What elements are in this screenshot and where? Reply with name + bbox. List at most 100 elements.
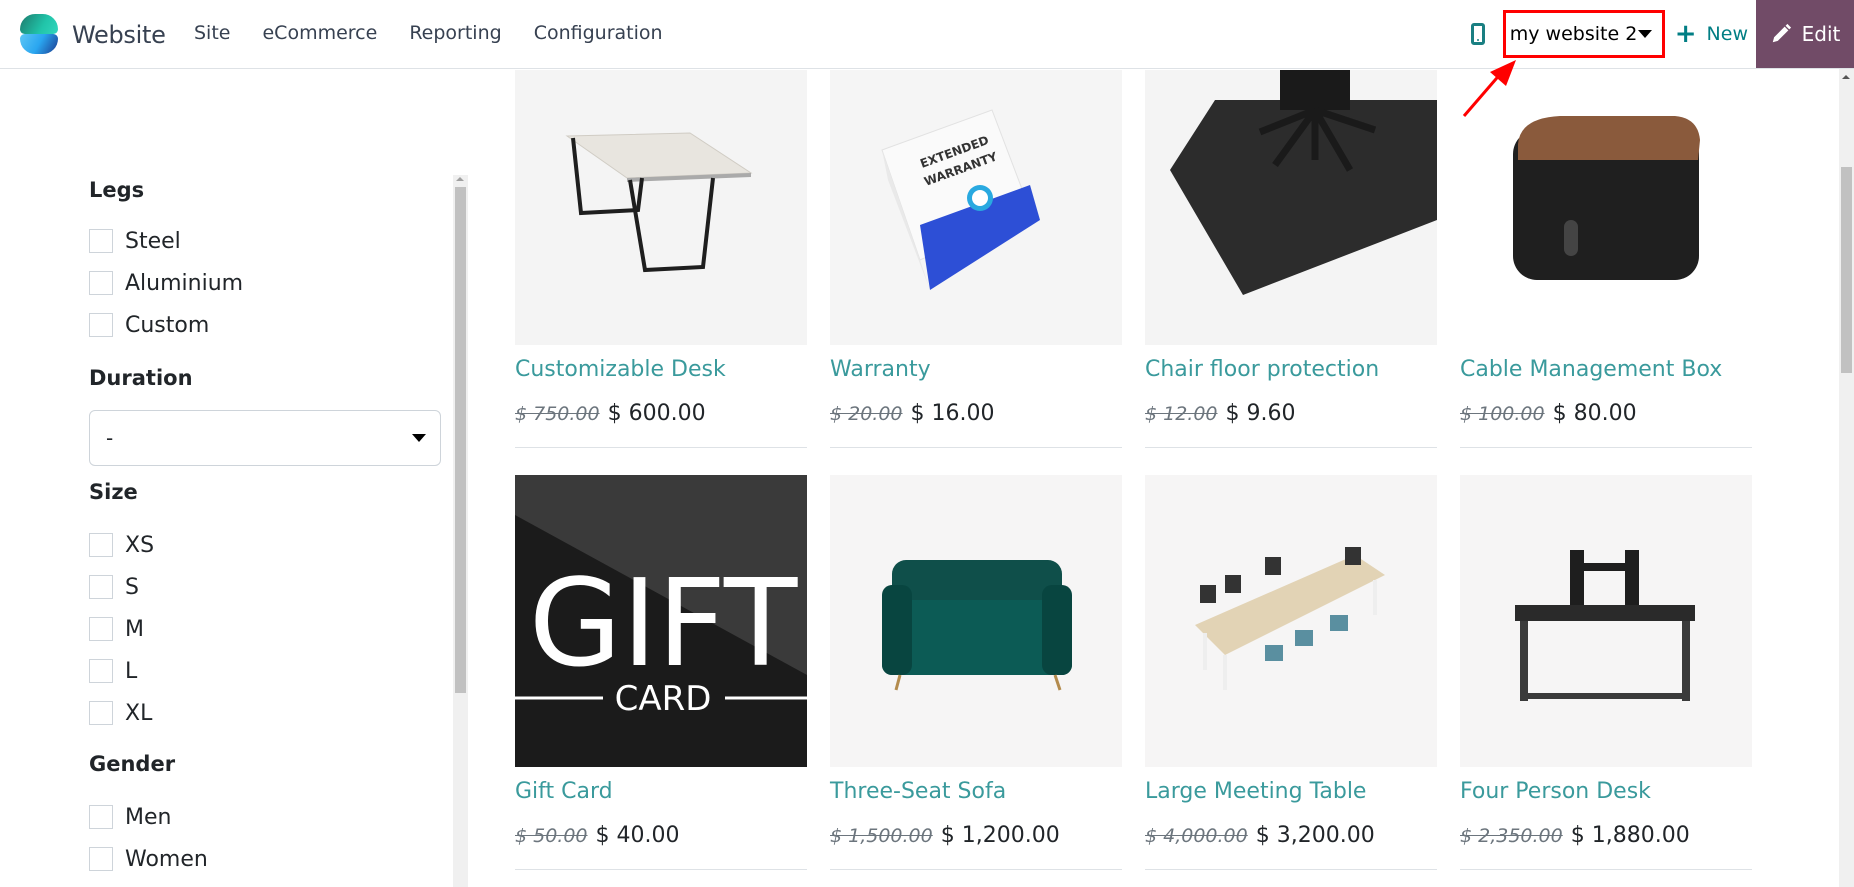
filter-option[interactable]: XS	[89, 524, 441, 566]
product-name[interactable]: Three-Seat Sofa	[830, 779, 1122, 813]
app-brand[interactable]: Website	[20, 14, 166, 56]
product-old-price: $ 750.00	[515, 403, 600, 425]
product-name[interactable]: Cable Management Box	[1460, 357, 1752, 391]
checkbox[interactable]	[89, 575, 113, 599]
product-name[interactable]: Gift Card	[515, 779, 807, 813]
filter-label: S	[125, 574, 139, 600]
checkbox[interactable]	[89, 617, 113, 641]
checkbox[interactable]	[89, 659, 113, 683]
product-old-price: $ 2,350.00	[1460, 825, 1563, 847]
checkbox[interactable]	[89, 533, 113, 557]
product-card[interactable]: Chair floor protection $ 12.00 $ 9.60	[1145, 70, 1437, 448]
product-image-sofa[interactable]	[830, 475, 1122, 767]
divider	[1145, 869, 1437, 870]
product-image-meeting-table[interactable]	[1145, 475, 1437, 767]
duration-select[interactable]: -	[89, 410, 441, 466]
checkbox[interactable]	[89, 313, 113, 337]
checkbox[interactable]	[89, 847, 113, 871]
divider	[1145, 447, 1437, 448]
product-price: $ 9.60	[1225, 401, 1296, 426]
product-old-price: $ 12.00	[1145, 403, 1218, 425]
filter-option[interactable]: Men	[89, 796, 441, 838]
product-price: $ 3,200.00	[1255, 823, 1375, 848]
mobile-preview-icon[interactable]	[1470, 23, 1485, 45]
product-price: $ 1,880.00	[1570, 823, 1690, 848]
filter-label: Women	[125, 846, 208, 872]
filter-option[interactable]: Custom	[89, 304, 441, 346]
filter-option[interactable]: XL	[89, 692, 441, 734]
filters-scrollbar[interactable]	[453, 175, 468, 887]
checkbox[interactable]	[89, 701, 113, 725]
product-image-floor-mat[interactable]	[1145, 70, 1437, 345]
menu-configuration[interactable]: Configuration	[534, 22, 663, 44]
product-price: $ 1,200.00	[940, 823, 1060, 848]
new-button-label: New	[1706, 23, 1748, 45]
product-name[interactable]: Large Meeting Table	[1145, 779, 1437, 813]
product-card[interactable]: Three-Seat Sofa $ 1,500.00 $ 1,200.00	[830, 475, 1122, 870]
app-name: Website	[72, 21, 166, 49]
product-card[interactable]: Four Person Desk $ 2,350.00 $ 1,880.00	[1460, 475, 1752, 870]
filter-option[interactable]: Women	[89, 838, 441, 880]
filter-label: M	[125, 616, 144, 642]
checkbox[interactable]	[89, 229, 113, 253]
product-image-four-person-desk[interactable]	[1460, 475, 1752, 767]
filter-title-duration: Duration	[89, 366, 193, 390]
website-switcher-dropdown[interactable]: my website 2	[1502, 10, 1665, 58]
filter-option[interactable]: Aluminium	[89, 262, 441, 304]
filter-title-size: Size	[89, 480, 138, 504]
filter-option[interactable]: L	[89, 650, 441, 692]
filter-label: XS	[125, 532, 155, 558]
divider	[830, 447, 1122, 448]
scrollbar-thumb[interactable]	[1841, 167, 1852, 373]
product-image-gift-card[interactable]: GIFT CARD	[515, 475, 807, 767]
product-price: $ 600.00	[607, 401, 706, 426]
filter-label: L	[125, 658, 138, 684]
annotation-arrow-icon	[1462, 60, 1516, 117]
product-name[interactable]: Chair floor protection	[1145, 357, 1437, 391]
product-filters: Legs Steel Aluminium Custom Duration - S…	[89, 170, 441, 880]
divider	[1460, 869, 1752, 870]
filter-option[interactable]: Steel	[89, 220, 441, 262]
scroll-up-arrow-icon[interactable]	[456, 177, 464, 181]
product-old-price: $ 100.00	[1460, 403, 1545, 425]
menu-ecommerce[interactable]: eCommerce	[262, 22, 377, 44]
product-old-price: $ 20.00	[830, 403, 903, 425]
menu-reporting[interactable]: Reporting	[409, 22, 501, 44]
website-logo-icon	[20, 14, 58, 56]
menu-site[interactable]: Site	[194, 22, 230, 44]
edit-button[interactable]: Edit	[1756, 0, 1854, 68]
scrollbar-thumb[interactable]	[455, 187, 466, 693]
product-card[interactable]: EXTENDED WARRANTY Warranty $ 20.00 $ 16.0…	[830, 70, 1122, 448]
product-name[interactable]: Customizable Desk	[515, 357, 807, 391]
pencil-icon	[1772, 23, 1791, 43]
plus-icon: +	[1674, 19, 1697, 49]
filter-option[interactable]: M	[89, 608, 441, 650]
scroll-up-arrow-icon[interactable]	[1842, 75, 1850, 79]
product-image-desk[interactable]	[515, 70, 807, 345]
product-price: $ 16.00	[910, 401, 995, 426]
filter-label: Custom	[125, 312, 210, 338]
divider	[830, 869, 1122, 870]
divider	[515, 447, 807, 448]
checkbox[interactable]	[89, 805, 113, 829]
product-price: $ 40.00	[595, 823, 680, 848]
product-card[interactable]: GIFT CARD Gift Card $ 50.00 $ 40.00	[515, 475, 807, 870]
checkbox[interactable]	[89, 271, 113, 295]
duration-select-value: -	[106, 426, 114, 450]
product-old-price: $ 1,500.00	[830, 825, 933, 847]
product-card[interactable]: Large Meeting Table $ 4,000.00 $ 3,200.00	[1145, 475, 1437, 870]
website-switcher-value: my website 2	[1509, 23, 1638, 45]
product-image-warranty-box[interactable]: EXTENDED WARRANTY	[830, 70, 1122, 345]
product-name[interactable]: Warranty	[830, 357, 1122, 391]
caret-down-icon	[412, 434, 426, 442]
new-button[interactable]: + New	[1675, 21, 1748, 47]
product-card[interactable]: Customizable Desk $ 750.00 $ 600.00	[515, 70, 807, 448]
product-name[interactable]: Four Person Desk	[1460, 779, 1752, 813]
page-scrollbar[interactable]	[1839, 69, 1854, 887]
filter-label: XL	[125, 700, 153, 726]
filter-label: Men	[125, 804, 172, 830]
filter-option[interactable]: S	[89, 566, 441, 608]
product-card[interactable]: Cable Management Box $ 100.00 $ 80.00	[1460, 70, 1752, 448]
gift-card-big-text: GIFT	[529, 555, 798, 694]
filter-label: Steel	[125, 228, 181, 254]
